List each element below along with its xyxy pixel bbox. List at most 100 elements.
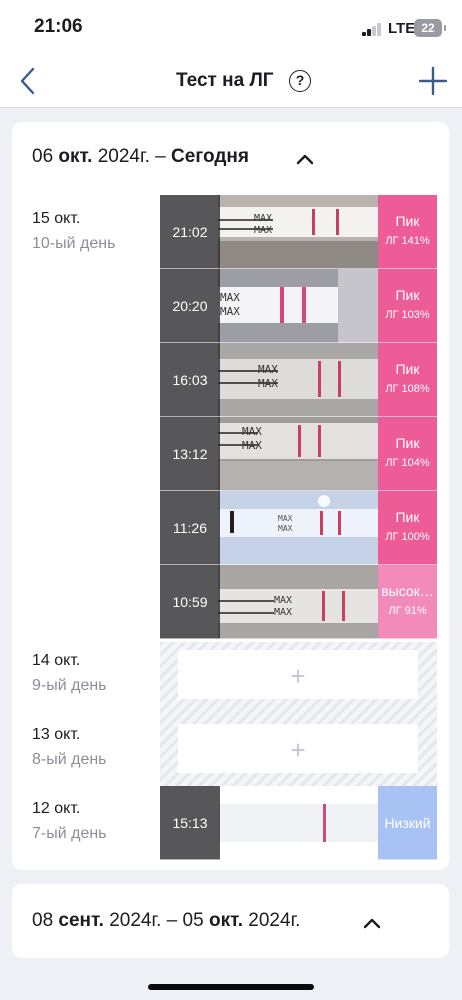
status-bar: 21:06 LTE 22 — [0, 0, 462, 56]
period-card-current: 06 окт. 2024г. – Сегодня 15 окт. 10-ый д… — [12, 122, 449, 870]
test-entry[interactable]: MAX MAX 10:59 высок… ЛГ 91% — [160, 565, 437, 639]
strip-label: MAX — [254, 225, 272, 236]
period-end-month: окт. — [208, 910, 243, 931]
period-end-year: 2024 — [248, 910, 291, 931]
test-time: 16:03 — [160, 343, 220, 417]
strip-label: MAX — [258, 377, 278, 390]
test-strip-photo: MAX MAX — [218, 343, 378, 417]
test-entry[interactable]: 15:13 Низкий — [160, 786, 437, 860]
result-label: Пик — [395, 287, 420, 303]
nav-bar: Тест на ЛГ ? — [0, 56, 462, 108]
test-strip-photo — [218, 786, 378, 860]
result-label: Пик — [395, 509, 420, 525]
test-time: 11:26 — [160, 491, 220, 565]
network-label: LTE — [388, 20, 416, 37]
period-year-suffix: г. — [290, 910, 301, 931]
strip-label: MAX — [254, 213, 272, 224]
test-strip-photo: MAX MAX — [218, 417, 378, 491]
period-card-previous: 08 сент. 2024г. – 05 окт. 2024г. — [12, 884, 449, 958]
home-indicator — [148, 984, 314, 990]
test-result-badge: высок… ЛГ 91% — [378, 565, 437, 639]
result-detail: ЛГ 104% — [385, 457, 430, 469]
result-detail: ЛГ 100% — [385, 531, 430, 543]
test-result-badge: Пик ЛГ 141% — [378, 195, 437, 269]
day-date: 13 окт. — [32, 726, 81, 743]
chevron-up-icon[interactable] — [294, 148, 316, 170]
test-entry[interactable]: MAX MAX 20:20 Пик ЛГ 103% — [160, 269, 437, 343]
period-separator: г. – — [151, 910, 178, 931]
cycle-day: 10-ый день — [32, 235, 116, 252]
test-time: 13:12 — [160, 417, 220, 491]
test-result-badge: Пик ЛГ 104% — [378, 417, 437, 491]
add-test-slot-13[interactable]: + — [178, 724, 418, 773]
status-time: 21:06 — [34, 16, 83, 37]
add-test-button[interactable] — [416, 64, 450, 98]
result-label: Низкий — [384, 815, 431, 831]
battery-icon: 22 — [414, 19, 446, 37]
chevron-left-icon — [20, 67, 35, 95]
result-label: высок… — [381, 583, 434, 599]
test-result-badge: Пик ЛГ 108% — [378, 343, 437, 417]
period-start-month: окт. — [58, 146, 93, 167]
test-result-badge: Пик ЛГ 100% — [378, 491, 437, 565]
strip-label: MAX — [242, 439, 262, 452]
day-date: 12 окт. — [32, 800, 81, 817]
back-button[interactable] — [14, 64, 46, 98]
chevron-up-icon[interactable] — [361, 912, 383, 934]
strip-label: MAX — [278, 524, 293, 533]
page-title: Тест на ЛГ — [176, 70, 274, 91]
period-start-month: сент. — [58, 910, 104, 931]
result-label: Пик — [395, 361, 420, 377]
strip-label: MAX — [278, 514, 293, 523]
result-label: Пик — [395, 435, 420, 451]
period-header-current[interactable]: 06 окт. 2024г. – Сегодня — [32, 146, 249, 168]
period-start-day: 06 — [32, 146, 54, 167]
cycle-day: 7-ый день — [32, 825, 107, 842]
period-start-day: 08 — [32, 910, 54, 931]
result-detail: ЛГ 103% — [385, 309, 430, 321]
test-time: 21:02 — [160, 195, 220, 269]
result-detail: ЛГ 91% — [388, 605, 427, 617]
test-entry[interactable]: MAX MAX 13:12 Пик ЛГ 104% — [160, 417, 437, 491]
test-entry[interactable]: MAX MAX 11:26 Пик ЛГ 100% — [160, 491, 437, 565]
strip-label: MAX — [220, 305, 240, 318]
result-detail: ЛГ 108% — [385, 383, 430, 395]
test-strip-photo: MAX MAX — [218, 491, 378, 565]
strip-label: MAX — [258, 363, 278, 376]
test-time: 10:59 — [160, 565, 220, 639]
plus-icon — [418, 66, 448, 96]
test-time: 20:20 — [160, 269, 220, 343]
day-label-13: 13 окт. 8-ый день — [32, 726, 107, 769]
result-label: Пик — [395, 213, 420, 229]
day-date: 14 окт. — [32, 652, 81, 669]
period-start-year: 2024 — [97, 146, 141, 167]
strip-label: MAX — [274, 607, 292, 618]
test-entry[interactable]: MAX MAX 21:02 Пик ЛГ 141% — [160, 195, 437, 269]
period-header-previous[interactable]: 08 сент. 2024г. – 05 окт. 2024г. — [32, 910, 300, 932]
test-strip-photo: MAX MAX — [218, 195, 378, 269]
test-result-badge: Низкий — [378, 786, 437, 860]
period-separator: г. – — [140, 146, 166, 167]
strip-label: MAX — [220, 291, 240, 304]
test-result-badge: Пик ЛГ 103% — [378, 269, 437, 343]
help-icon[interactable]: ? — [289, 70, 311, 92]
test-time: 15:13 — [160, 786, 220, 860]
test-strip-photo: MAX MAX — [218, 269, 378, 343]
strip-label: MAX — [274, 595, 292, 606]
add-test-slot-14[interactable]: + — [178, 650, 418, 699]
test-strip-photo: MAX MAX — [218, 565, 378, 639]
day-label-15: 15 окт. 10-ый день — [32, 210, 115, 253]
plus-icon: + — [290, 735, 306, 765]
signal-icon — [362, 22, 382, 36]
strip-label: MAX — [242, 425, 262, 438]
result-detail: ЛГ 141% — [385, 235, 430, 247]
plus-icon: + — [290, 661, 306, 691]
test-entry[interactable]: MAX MAX 16:03 Пик ЛГ 108% — [160, 343, 437, 417]
cycle-day: 9-ый день — [32, 677, 107, 694]
period-end-day: 05 — [182, 910, 204, 931]
cycle-day: 8-ый день — [32, 751, 107, 768]
period-today-label: Сегодня — [171, 146, 249, 167]
empty-days-area: + + — [160, 642, 437, 786]
day-label-12: 12 окт. 7-ый день — [32, 800, 107, 843]
period-start-year: 2024 — [109, 910, 152, 931]
